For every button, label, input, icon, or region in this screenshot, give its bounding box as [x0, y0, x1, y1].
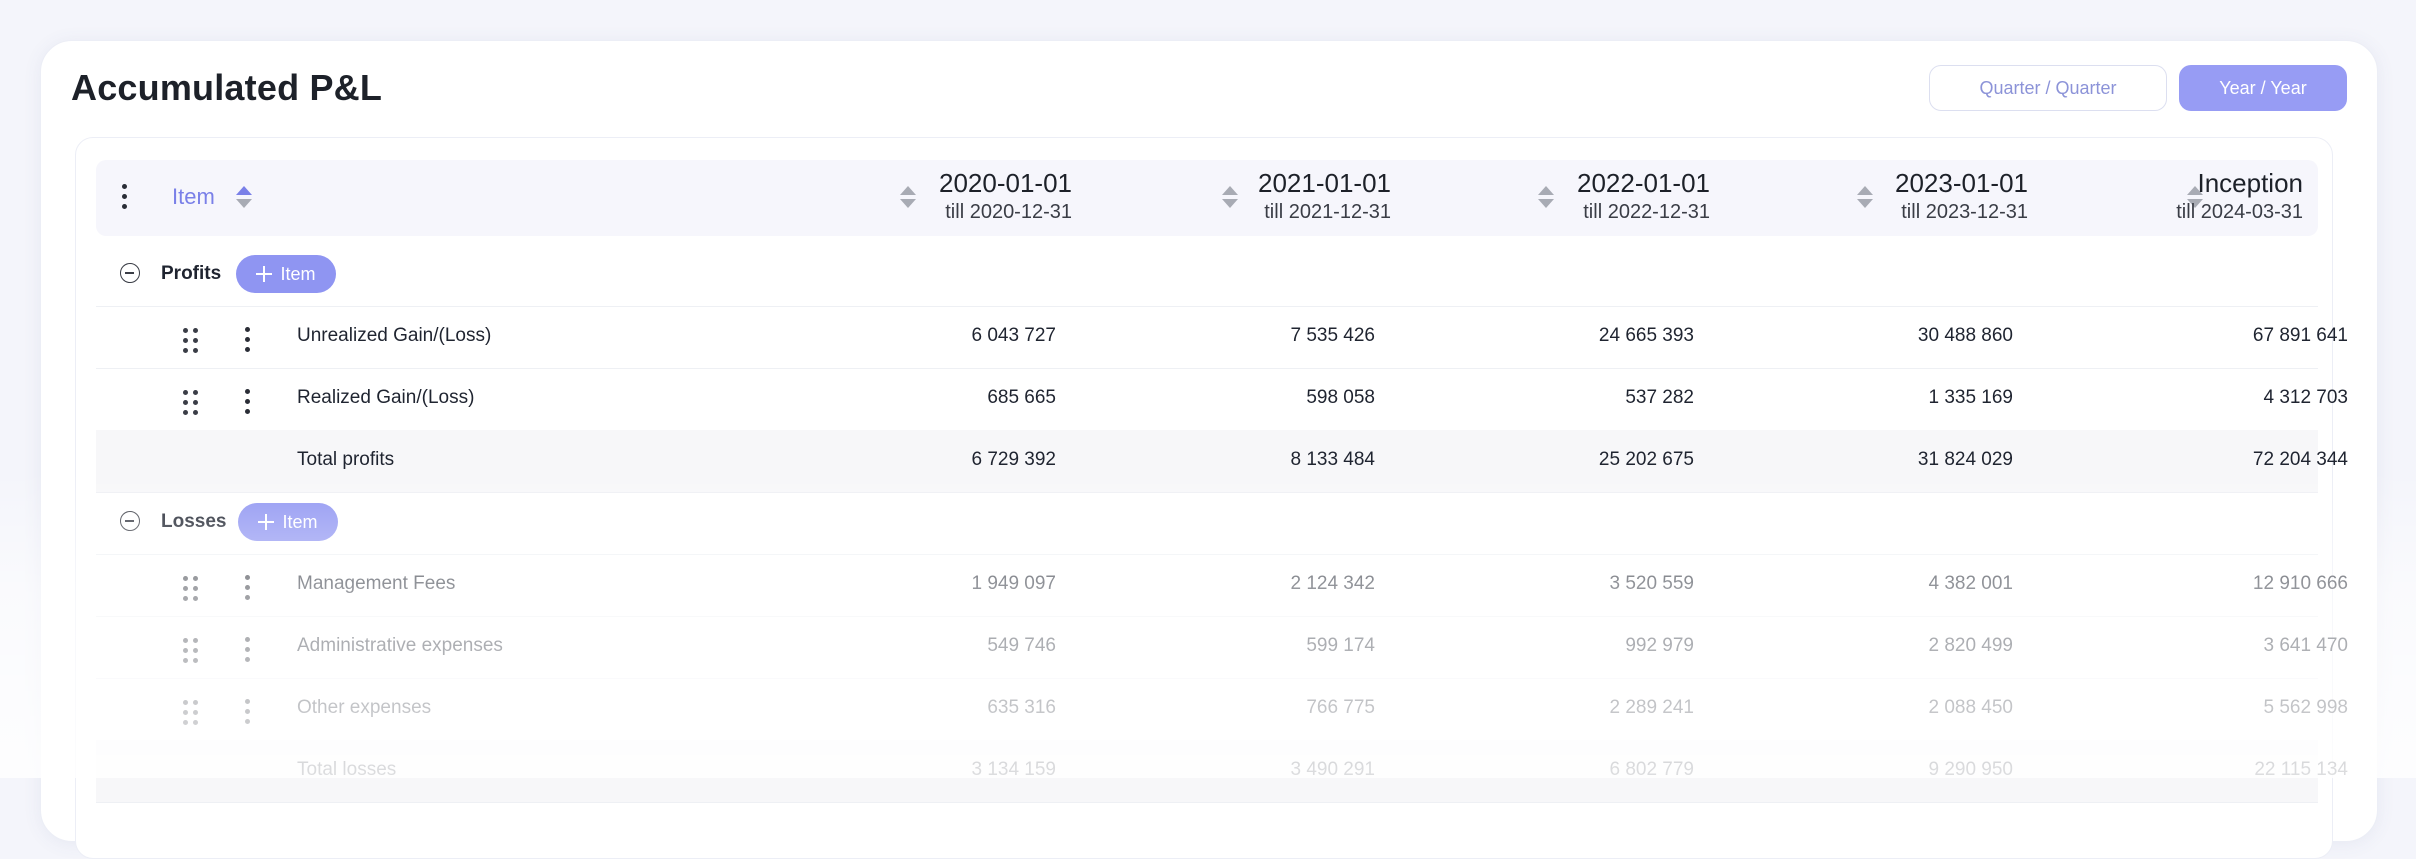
- cell-value: 3 641 470: [2263, 635, 2348, 656]
- total-value: 25 202 675: [1598, 449, 1694, 470]
- cell-value: 2 124 342: [1290, 573, 1375, 594]
- drag-handle-icon[interactable]: [183, 390, 198, 415]
- row-menu-icon[interactable]: [245, 575, 250, 600]
- total-value: 6 729 392: [971, 449, 1056, 470]
- col-header-date: 2023-01-01: [1895, 168, 2028, 198]
- total-row: Total losses 3 134 159 3 490 291 6 802 7…: [96, 740, 2348, 803]
- drag-handle-icon[interactable]: [183, 328, 198, 353]
- plus-icon: [256, 266, 273, 282]
- section-label: Losses: [161, 511, 227, 532]
- row-menu-icon[interactable]: [245, 637, 250, 662]
- plus-icon: [258, 514, 275, 530]
- cell-value: 2 289 241: [1609, 697, 1694, 718]
- table-row[interactable]: Realized Gain/(Loss) 685 665 598 058 537…: [96, 368, 2348, 431]
- cell-value: 1 335 169: [1928, 387, 2013, 408]
- item-sort-icon[interactable]: [236, 186, 252, 210]
- add-item-button[interactable]: Item: [238, 503, 338, 541]
- cell-value: 5 562 998: [2263, 697, 2348, 718]
- cell-value: 2 820 499: [1928, 635, 2013, 656]
- table-row[interactable]: Unrealized Gain/(Loss) 6 043 727 7 535 4…: [96, 306, 2348, 369]
- quarter-toggle-button[interactable]: Quarter / Quarter: [1929, 65, 2167, 111]
- col-header-date: Inception: [2197, 168, 2303, 198]
- col-header-till: till 2020-12-31: [945, 201, 1072, 223]
- col-header-date: 2020-01-01: [939, 168, 1072, 198]
- row-label: Management Fees: [297, 573, 456, 594]
- cell-value: 24 665 393: [1598, 325, 1694, 346]
- col-2022-sort-icon[interactable]: [1538, 186, 1554, 210]
- col-header-till: till 2024-03-31: [2176, 201, 2303, 223]
- row-label: Administrative expenses: [297, 635, 503, 656]
- row-label: Other expenses: [297, 697, 432, 718]
- table-row[interactable]: Administrative expenses 549 746 599 174 …: [96, 616, 2348, 679]
- cell-value: 30 488 860: [1917, 325, 2013, 346]
- col-header-2023[interactable]: 2023-01-01 till 2023-12-31: [1895, 168, 2028, 224]
- page-title: Accumulated P&L: [71, 67, 383, 108]
- table-row[interactable]: Management Fees 1 949 097 2 124 342 3 52…: [96, 554, 2348, 617]
- add-item-label: Item: [280, 263, 316, 284]
- cell-value: 2 088 450: [1928, 697, 2013, 718]
- cell-value: 3 520 559: [1609, 573, 1694, 594]
- col-header-inception[interactable]: Inception till 2024-03-31: [2176, 168, 2303, 224]
- col-header-date: 2022-01-01: [1577, 168, 1710, 198]
- pnl-card: Accumulated P&L Quarter / Quarter Year /…: [40, 40, 2378, 859]
- cell-value: 766 775: [1306, 697, 1375, 718]
- cell-value: 1 949 097: [971, 573, 1056, 594]
- total-value: 31 824 029: [1917, 449, 2013, 470]
- cell-value: 635 316: [987, 697, 1056, 718]
- section-profits: Profits Item: [96, 244, 2318, 307]
- cell-value: 4 312 703: [2263, 387, 2348, 408]
- pnl-table: Item 2020-01-01 till 2020-12-31 2021-01-…: [75, 137, 2348, 859]
- cell-value: 992 979: [1625, 635, 1694, 656]
- cell-value: 12 910 666: [2252, 573, 2348, 594]
- total-value: 8 133 484: [1290, 449, 1375, 470]
- add-item-button[interactable]: Item: [236, 255, 336, 293]
- col-header-2021[interactable]: 2021-01-01 till 2021-12-31: [1258, 168, 1391, 224]
- col-header-date: 2021-01-01: [1258, 168, 1391, 198]
- section-label: Profits: [161, 263, 222, 284]
- cell-value: 685 665: [987, 387, 1056, 408]
- col-header-2022[interactable]: 2022-01-01 till 2022-12-31: [1577, 168, 1710, 224]
- row-label: Realized Gain/(Loss): [297, 387, 475, 408]
- col-header-till: till 2023-12-31: [1901, 201, 2028, 223]
- col-2023-sort-icon[interactable]: [1857, 186, 1873, 210]
- section-losses: Losses Item: [96, 492, 2318, 555]
- item-column-header[interactable]: Item: [172, 184, 215, 210]
- total-row: Total profits 6 729 392 8 133 484 25 202…: [96, 430, 2348, 493]
- cell-value: 6 043 727: [971, 325, 1056, 346]
- add-item-label: Item: [282, 511, 318, 532]
- cell-value: 598 058: [1306, 387, 1375, 408]
- cell-value: 7 535 426: [1290, 325, 1375, 346]
- cell-value: 537 282: [1625, 387, 1694, 408]
- row-menu-icon[interactable]: [245, 699, 250, 724]
- year-toggle-button[interactable]: Year / Year: [2179, 65, 2347, 111]
- total-label: Total profits: [297, 449, 395, 470]
- drag-handle-icon[interactable]: [183, 700, 198, 725]
- table-row[interactable]: Other expenses 635 316 766 775 2 289 241…: [96, 678, 2348, 741]
- header-menu-icon[interactable]: [122, 184, 127, 209]
- col-header-2020[interactable]: 2020-01-01 till 2020-12-31: [939, 168, 1072, 224]
- col-2020-sort-icon[interactable]: [900, 186, 916, 210]
- cell-value: 599 174: [1306, 635, 1375, 656]
- cell-value: 549 746: [987, 635, 1056, 656]
- row-label: Unrealized Gain/(Loss): [297, 325, 492, 346]
- collapse-icon[interactable]: [120, 511, 140, 531]
- row-menu-icon[interactable]: [245, 389, 250, 414]
- total-value: 72 204 344: [2252, 449, 2348, 470]
- drag-handle-icon[interactable]: [183, 638, 198, 663]
- table-header: Item 2020-01-01 till 2020-12-31 2021-01-…: [96, 160, 2318, 236]
- row-menu-icon[interactable]: [245, 327, 250, 352]
- col-2021-sort-icon[interactable]: [1222, 186, 1238, 210]
- drag-handle-icon[interactable]: [183, 576, 198, 601]
- collapse-icon[interactable]: [120, 263, 140, 283]
- cell-value: 67 891 641: [2252, 325, 2348, 346]
- col-header-till: till 2022-12-31: [1583, 201, 1710, 223]
- col-header-till: till 2021-12-31: [1264, 201, 1391, 223]
- cell-value: 4 382 001: [1928, 573, 2013, 594]
